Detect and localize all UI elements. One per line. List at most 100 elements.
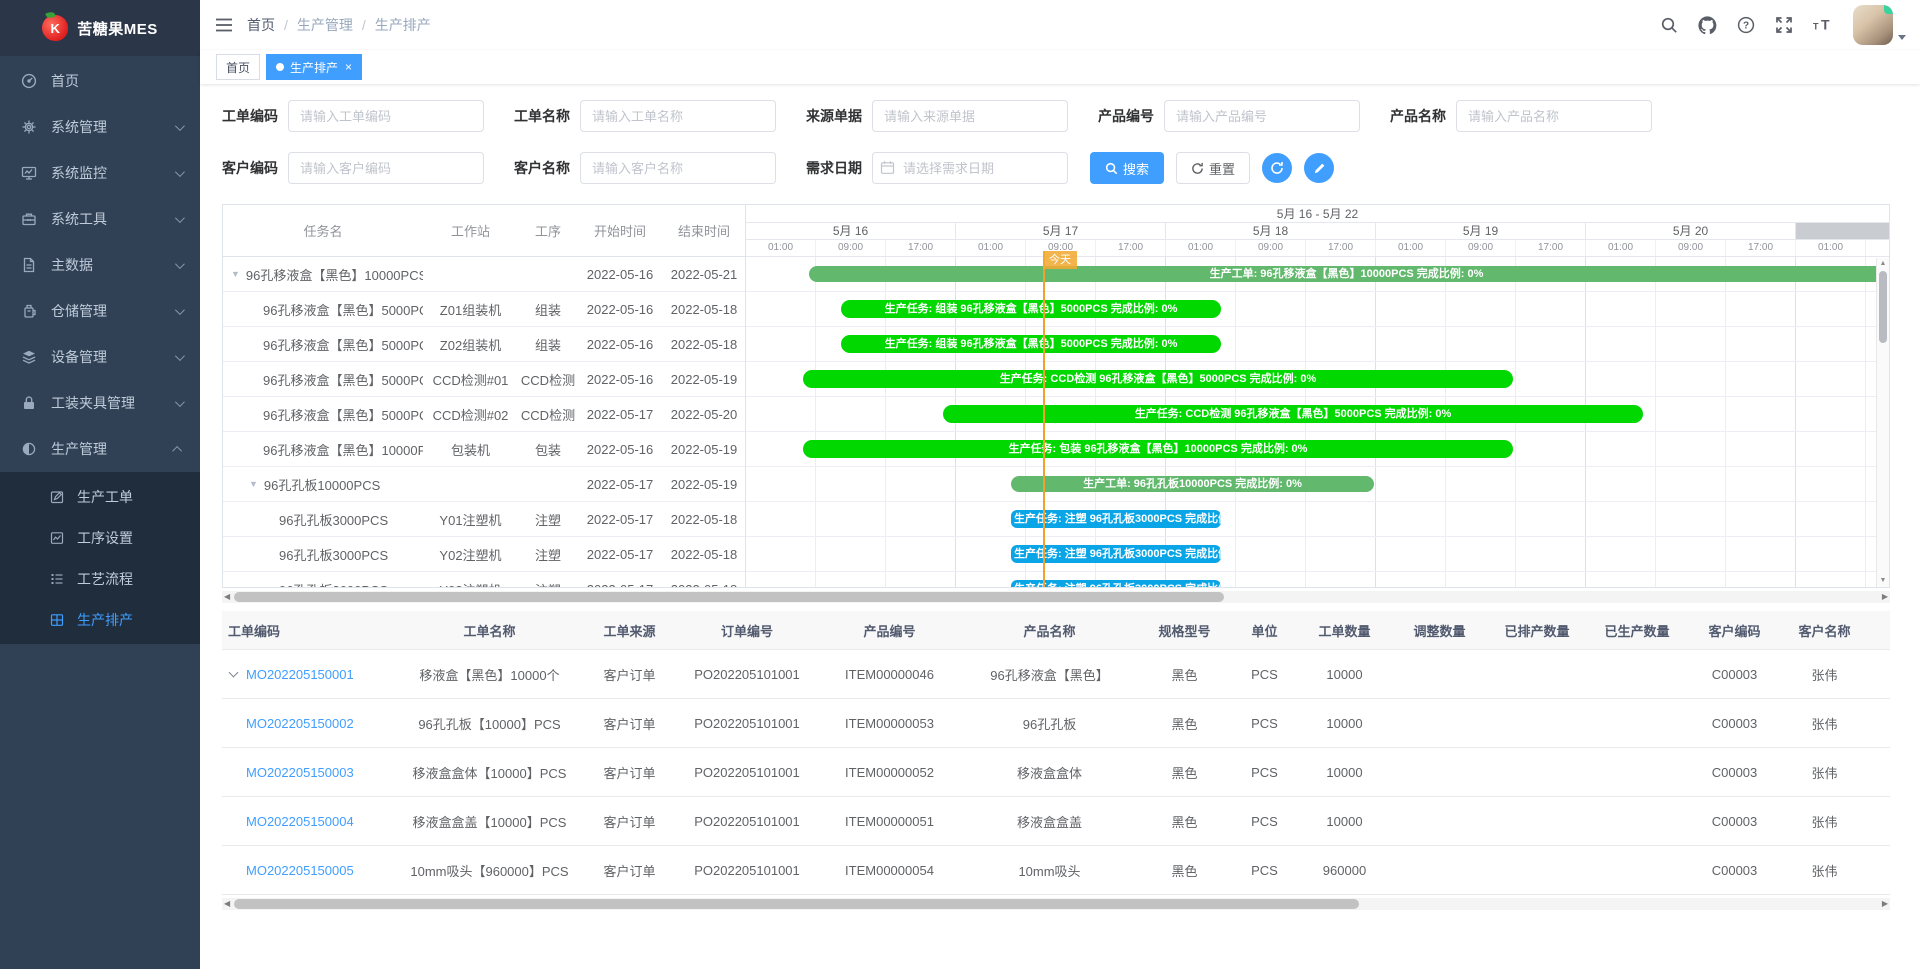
gear-icon xyxy=(20,119,38,135)
gantt-task-row[interactable]: 96孔移液盒【黑色】5000PCS CCD检测#02 CCD检测 2022-05… xyxy=(223,397,745,432)
tab-home[interactable]: 首页 xyxy=(216,54,260,80)
scrollbar-thumb[interactable] xyxy=(1879,271,1887,343)
help-icon[interactable]: ? xyxy=(1737,16,1755,34)
breadcrumb: 首页 / 生产管理 / 生产排产 xyxy=(247,15,431,35)
today-marker-line xyxy=(1043,251,1045,587)
gantt-bar-task[interactable]: 生产任务: 组装 96孔移液盒【黑色】5000PCS 完成比例: 0% xyxy=(841,300,1221,318)
warehouse-icon xyxy=(20,303,38,319)
close-icon[interactable]: × xyxy=(345,61,352,73)
work-order-link[interactable]: MO202205150005 xyxy=(246,863,354,878)
table-row[interactable]: MO202205150002 96孔孔板【10000】PCS 客户订单 PO20… xyxy=(222,699,1890,748)
github-icon[interactable] xyxy=(1698,16,1717,35)
gantt-bar-task[interactable]: 生产任务: CCD检测 96孔移液盒【黑色】5000PCS 完成比例: 0% xyxy=(803,370,1513,388)
app-logo: K 苦糖果MES xyxy=(0,0,200,56)
gantt-timeline: 5月 16 - 5月 22 5月 16 5月 17 5月 18 5月 19 5月… xyxy=(746,205,1889,587)
search-icon[interactable] xyxy=(1660,16,1678,34)
navbar: 首页 / 生产管理 / 生产排产 ? T xyxy=(200,0,1920,50)
app-title: 苦糖果MES xyxy=(77,18,158,39)
sidebar-collapse-icon[interactable] xyxy=(215,17,233,33)
table-row[interactable]: MO202205150003 移液盒盒体【10000】PCS 客户订单 PO20… xyxy=(222,748,1890,797)
scroll-right-icon[interactable]: ▶ xyxy=(1882,591,1888,603)
sidebar-item-production[interactable]: 生产管理 xyxy=(0,426,200,472)
table-row[interactable]: MO202205150001 移液盒【黑色】10000个 客户订单 PO2022… xyxy=(222,650,1890,699)
breadcrumb-scheduling: 生产排产 xyxy=(375,15,431,35)
customer-name-input[interactable] xyxy=(580,152,776,184)
reset-button[interactable]: 重置 xyxy=(1176,152,1250,184)
edit-icon xyxy=(49,490,65,504)
scrollbar-thumb[interactable] xyxy=(234,899,1359,909)
gantt-bar-task[interactable]: 生产任务: CCD检测 96孔移液盒【黑色】5000PCS 完成比例: 0% xyxy=(943,405,1643,423)
gantt-bar-work-order[interactable]: 生产工单: 96孔孔板10000PCS 完成比例: 0% xyxy=(1011,476,1374,492)
sidebar-item-system-mgmt[interactable]: 系统管理 xyxy=(0,104,200,150)
gantt-task-row[interactable]: 96孔移液盒【黑色】5000PCS Z02组装机 组装 2022-05-16 2… xyxy=(223,327,745,362)
sidebar-item-warehouse[interactable]: 仓储管理 xyxy=(0,288,200,334)
sidebar-item-process-setting[interactable]: 工序设置 xyxy=(0,517,200,558)
gantt-task-row[interactable]: 96孔移液盒【黑色】5000PCS CCD检测#01 CCD检测 2022-05… xyxy=(223,362,745,397)
sidebar-item-process-flow[interactable]: 工艺流程 xyxy=(0,558,200,599)
gantt-task-row[interactable]: 96孔孔板3000PCS Y01注塑机 注塑 2022-05-17 2022-0… xyxy=(223,502,745,537)
filter-label: 需求日期 xyxy=(806,158,864,178)
work-order-code-input[interactable] xyxy=(288,100,484,132)
gantt-task-row[interactable]: 96孔孔板3000PCS Y03注塑机 注塑 2022-05-17 2022-0… xyxy=(223,572,745,587)
customer-code-input[interactable] xyxy=(288,152,484,184)
gantt-task-row[interactable]: 96孔孔板3000PCS Y02注塑机 注塑 2022-05-17 2022-0… xyxy=(223,537,745,572)
fullscreen-icon[interactable] xyxy=(1775,16,1793,34)
gantt-task-row[interactable]: 96孔移液盒【黑色】10000PCS 包装机 包装 2022-05-16 202… xyxy=(223,432,745,467)
gantt-task-row[interactable]: 96孔移液盒【黑色】5000PCS Z01组装机 组装 2022-05-16 2… xyxy=(223,292,745,327)
sidebar-item-equipment[interactable]: 设备管理 xyxy=(0,334,200,380)
scroll-down-icon[interactable]: ▼ xyxy=(1877,575,1889,587)
gantt-horizontal-scrollbar[interactable]: ◀ ▶ xyxy=(222,591,1890,603)
product-name-input[interactable] xyxy=(1456,100,1652,132)
gantt-day-header: 5月 16 5月 17 5月 18 5月 19 5月 20 xyxy=(746,223,1889,240)
collapse-caret-icon[interactable]: ▼ xyxy=(249,479,258,489)
due-date-input[interactable] xyxy=(872,152,1068,184)
logo-icon: K xyxy=(42,15,68,41)
refresh-icon xyxy=(1191,162,1204,175)
gantt-hour-header: 01:0009:0017:00 01:0009:0017:00 01:0009:… xyxy=(746,240,1889,257)
sidebar-item-system-tools[interactable]: 系统工具 xyxy=(0,196,200,242)
sidebar-item-master-data[interactable]: 主数据 xyxy=(0,242,200,288)
search-button[interactable]: 搜索 xyxy=(1090,152,1164,184)
table-row[interactable]: MO202205150005 10mm吸头【960000】PCS 客户订单 PO… xyxy=(222,846,1890,895)
work-order-link[interactable]: MO202205150002 xyxy=(246,716,354,731)
gantt-task-row[interactable]: ▼96孔孔板10000PCS 2022-05-17 2022-05-19 xyxy=(223,467,745,502)
work-order-link[interactable]: MO202205150001 xyxy=(246,667,354,682)
table-horizontal-scrollbar[interactable]: ◀ ▶ xyxy=(222,898,1890,910)
user-menu[interactable] xyxy=(1853,5,1906,45)
collapse-caret-icon[interactable]: ▼ xyxy=(231,269,240,279)
user-avatar[interactable] xyxy=(1853,5,1893,45)
gantt-bar-task[interactable]: 生产任务: 组装 96孔移液盒【黑色】5000PCS 完成比例: 0% xyxy=(841,335,1221,353)
active-dot xyxy=(276,63,284,71)
work-order-name-input[interactable] xyxy=(580,100,776,132)
sidebar-item-system-monitor[interactable]: 系统监控 xyxy=(0,150,200,196)
product-code-input[interactable] xyxy=(1164,100,1360,132)
work-order-link[interactable]: MO202205150003 xyxy=(246,765,354,780)
sidebar-item-fixture[interactable]: 工装夹具管理 xyxy=(0,380,200,426)
chevron-down-icon xyxy=(175,397,185,407)
gantt-vertical-scrollbar[interactable]: ▲ ▼ xyxy=(1876,258,1889,587)
chevron-down-icon xyxy=(175,259,185,269)
gantt-task-row[interactable]: ▼96孔移液盒【黑色】10000PCS 2022-05-16 2022-05-2… xyxy=(223,257,745,292)
sidebar-item-work-order[interactable]: 生产工单 xyxy=(0,476,200,517)
refresh-button[interactable] xyxy=(1262,153,1292,183)
tags-view: 首页 生产排产 × xyxy=(200,50,1920,84)
font-size-icon[interactable]: TT xyxy=(1813,16,1833,34)
gantt-bar-task[interactable]: 生产任务: 包装 96孔移液盒【黑色】10000PCS 完成比例: 0% xyxy=(803,440,1513,458)
gantt-bar-work-order[interactable]: 生产工单: 96孔移液盒【黑色】10000PCS 完成比例: 0% xyxy=(809,266,1884,282)
table-row[interactable]: MO202205150004 移液盒盒盖【10000】PCS 客户订单 PO20… xyxy=(222,797,1890,846)
work-order-link[interactable]: MO202205150004 xyxy=(246,814,354,829)
tab-scheduling[interactable]: 生产排产 × xyxy=(266,54,362,80)
edit-schedule-button[interactable] xyxy=(1304,153,1334,183)
sidebar-item-scheduling[interactable]: 生产排产 xyxy=(0,599,200,640)
breadcrumb-production-mgmt[interactable]: 生产管理 xyxy=(297,15,353,35)
timeline-scroll-block[interactable] xyxy=(1796,223,1889,239)
source-doc-input[interactable] xyxy=(872,100,1068,132)
scroll-left-icon[interactable]: ◀ xyxy=(224,898,230,910)
expand-row-icon[interactable] xyxy=(229,668,239,678)
scroll-left-icon[interactable]: ◀ xyxy=(224,591,230,603)
breadcrumb-home[interactable]: 首页 xyxy=(247,15,275,35)
scroll-right-icon[interactable]: ▶ xyxy=(1882,898,1888,910)
scroll-up-icon[interactable]: ▲ xyxy=(1877,258,1889,270)
sidebar-item-home[interactable]: 首页 xyxy=(0,58,200,104)
scrollbar-thumb[interactable] xyxy=(234,592,1224,602)
